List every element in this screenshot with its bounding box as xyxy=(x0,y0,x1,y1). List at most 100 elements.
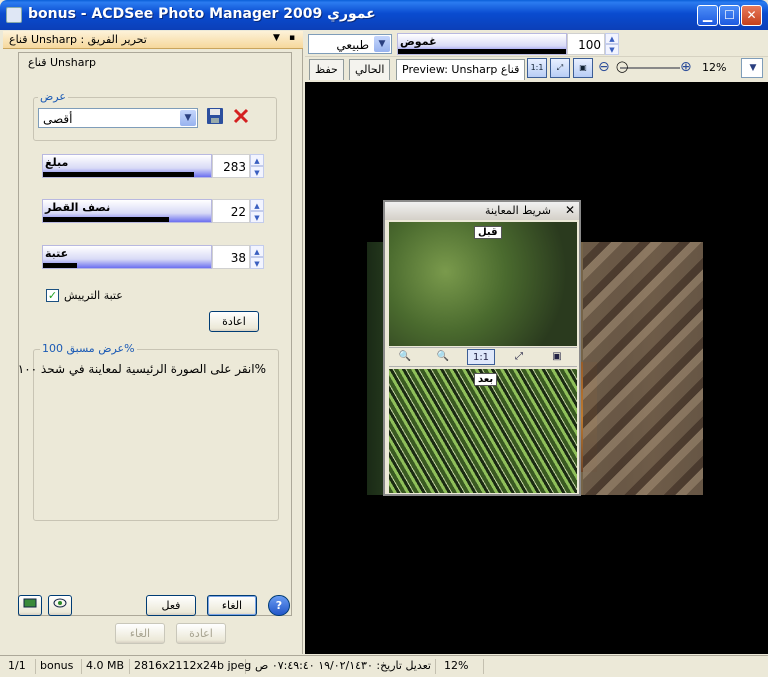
actual-size-icon[interactable]: 1:1 xyxy=(467,349,495,365)
blend-mode-value: طبيعي xyxy=(336,38,369,52)
preview-group: عرض مسبق 100% %انقر على الصورة الرئيسية … xyxy=(18,342,279,521)
popup-title: شريط المعاينة xyxy=(485,204,551,217)
opacity-slider-fill xyxy=(398,49,566,54)
threshold-control: عتبة 38 ▲ ▼ xyxy=(42,245,264,271)
amount-spinner[interactable]: ▲ ▼ xyxy=(250,154,264,178)
panel-header: قناع Unsharp : تحرير الفريق ▼ ▪ xyxy=(3,31,303,49)
amount-control: مبلغ 283 ▲ ▼ xyxy=(42,154,264,180)
zoom-slider[interactable] xyxy=(620,67,680,69)
blend-mode-select[interactable]: طبيعي ▼ xyxy=(308,34,392,54)
status-zoom: 12% xyxy=(444,659,484,674)
radius-label: نصف القطر xyxy=(45,201,111,214)
zoom-in-icon[interactable]: 🔍 xyxy=(391,349,419,365)
spin-down-icon[interactable]: ▼ xyxy=(250,211,264,223)
help-icon[interactable]: ? xyxy=(268,595,290,616)
undo-button[interactable]: الغاء xyxy=(115,623,165,644)
spin-up-icon[interactable]: ▲ xyxy=(250,245,264,257)
radius-control: نصف القطر 22 ▲ ▼ xyxy=(42,199,264,225)
opacity-slider[interactable]: غموض xyxy=(397,33,567,55)
threshold-value[interactable]: 38 xyxy=(212,245,250,269)
radius-slider[interactable]: نصف القطر xyxy=(42,199,212,223)
tab-preview[interactable]: Preview: Unsharp قناع xyxy=(396,59,526,80)
threshold-slider-fill xyxy=(43,263,77,268)
apply-button[interactable]: فعل xyxy=(146,595,196,616)
preset-group: عرض أقصى ▼ xyxy=(33,90,277,141)
panel-menu-icon[interactable]: ▼ xyxy=(273,33,280,43)
after-label: بعد xyxy=(474,373,498,386)
compare-icon[interactable] xyxy=(18,595,42,616)
close-icon[interactable]: ✕ xyxy=(565,203,575,217)
feather-threshold-checkbox[interactable]: ✓ xyxy=(46,289,59,302)
toolbar-view: حفظ الحالي Preview: Unsharp قناع 1:1 ⤢ ▣… xyxy=(305,57,768,81)
actual-size-icon[interactable]: 1:1 xyxy=(527,58,547,78)
minimize-button[interactable]: ▁ xyxy=(697,5,718,26)
panel-header-title: قناع Unsharp : تحرير الفريق xyxy=(9,33,147,46)
amount-slider-fill xyxy=(43,172,195,177)
preset-select[interactable]: أقصى ▼ xyxy=(38,108,198,128)
opacity-spinner[interactable]: ▲ ▼ xyxy=(605,33,619,55)
chevron-down-icon[interactable]: ▼ xyxy=(374,36,390,52)
fit-window-icon[interactable]: ▣ xyxy=(543,349,571,365)
delete-preset-icon[interactable] xyxy=(230,107,252,129)
popup-title-bar: شريط المعاينة ✕ xyxy=(385,202,579,220)
cancel-button[interactable]: الغاء xyxy=(207,595,257,616)
fit-image-icon[interactable]: ⤢ xyxy=(505,349,533,365)
status-filesize: 4.0 MB xyxy=(86,659,130,674)
opacity-value[interactable]: 100 xyxy=(567,33,605,55)
radius-value[interactable]: 22 xyxy=(212,199,250,223)
title-bar: bonus - ACDSee Photo Manager 2009 عموري … xyxy=(0,0,768,30)
preview-group-label: عرض مسبق 100% xyxy=(40,342,137,355)
radius-slider-fill xyxy=(43,217,169,222)
status-filename: bonus xyxy=(40,659,82,674)
spin-up-icon[interactable]: ▲ xyxy=(605,33,619,44)
redo-button[interactable]: اعادة xyxy=(176,623,226,644)
zoom-thumb-icon[interactable]: ◯ xyxy=(616,60,628,73)
spin-down-icon[interactable]: ▼ xyxy=(250,166,264,178)
before-preview[interactable]: قبل xyxy=(389,222,577,346)
tool-frame: قناع Unsharp عرض أقصى ▼ مبلغ 283 ▲ ▼ نصف… xyxy=(18,52,292,616)
opacity-label: غموض xyxy=(400,35,437,48)
zoom-value: 12% xyxy=(702,61,727,74)
zoom-dropdown[interactable]: ▼ xyxy=(741,58,763,78)
preview-toolbar: 🔍 🔍 1:1 ⤢ ▣ xyxy=(389,347,577,367)
status-index: 1/1 xyxy=(8,659,36,674)
zoom-out-icon[interactable]: ⊖ xyxy=(598,59,610,75)
amount-value[interactable]: 283 xyxy=(212,154,250,178)
zoom-out-icon[interactable]: 🔍 xyxy=(429,349,457,365)
edit-panel: قناع Unsharp : تحرير الفريق ▼ ▪ قناع Uns… xyxy=(3,31,303,654)
radius-spinner[interactable]: ▲ ▼ xyxy=(250,199,264,223)
save-preset-icon[interactable] xyxy=(204,107,226,129)
fit-window-icon[interactable]: ▣ xyxy=(573,58,593,78)
amount-slider[interactable]: مبلغ xyxy=(42,154,212,178)
fit-image-icon[interactable]: ⤢ xyxy=(550,58,570,78)
spin-down-icon[interactable]: ▼ xyxy=(605,44,619,55)
panel-pin-icon[interactable]: ▪ xyxy=(289,33,295,43)
preset-select-value: أقصى xyxy=(43,112,73,126)
app-icon xyxy=(6,7,22,23)
spin-up-icon[interactable]: ▲ xyxy=(250,199,264,211)
preview-toggle-icon[interactable] xyxy=(48,595,72,616)
window-title: bonus - ACDSee Photo Manager 2009 عموري xyxy=(28,6,376,22)
status-dimensions: 2816x2112x24b jpeg xyxy=(134,659,252,674)
threshold-label: عتبة xyxy=(45,247,69,260)
chevron-down-icon[interactable]: ▼ xyxy=(180,110,196,126)
zoom-in-icon[interactable]: ⊕ xyxy=(680,59,692,75)
photo-rock xyxy=(583,242,703,495)
close-button[interactable]: ✕ xyxy=(741,5,762,26)
reset-button[interactable]: اعادة xyxy=(209,311,259,332)
spin-down-icon[interactable]: ▼ xyxy=(250,257,264,269)
threshold-spinner[interactable]: ▲ ▼ xyxy=(250,245,264,269)
threshold-slider[interactable]: عتبة xyxy=(42,245,212,269)
feather-threshold-label: عتبة الترييش xyxy=(64,289,123,302)
toolbar-top: طبيعي ▼ غموض 100 ▲ ▼ xyxy=(305,31,768,57)
maximize-button[interactable]: ☐ xyxy=(719,5,740,26)
tool-name: قناع Unsharp xyxy=(28,56,96,69)
preview-strip-window: شريط المعاينة ✕ قبل 🔍 🔍 1:1 ⤢ ▣ بعد xyxy=(383,200,581,496)
chevron-down-icon[interactable]: ▼ xyxy=(745,60,761,76)
amount-label: مبلغ xyxy=(45,156,69,169)
preset-group-label: عرض xyxy=(38,90,68,103)
tab-save[interactable]: حفظ xyxy=(309,59,344,80)
after-preview[interactable]: بعد xyxy=(389,369,577,493)
tab-current[interactable]: الحالي xyxy=(349,59,391,80)
spin-up-icon[interactable]: ▲ xyxy=(250,154,264,166)
